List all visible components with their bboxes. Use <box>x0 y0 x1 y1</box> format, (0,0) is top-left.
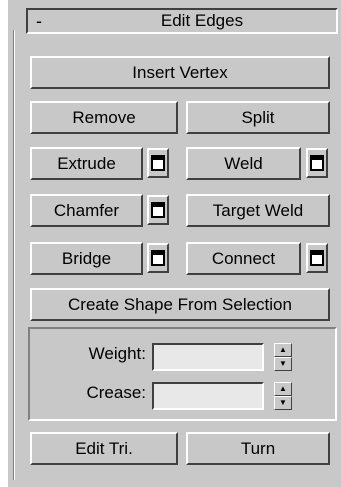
rollout-header-edit-edges[interactable]: - Edit Edges <box>26 8 338 34</box>
bridge-settings-button[interactable] <box>147 243 169 273</box>
connect-settings-button[interactable] <box>306 243 328 273</box>
window-settings-icon <box>151 250 165 266</box>
spinner-up-icon[interactable]: ▲ <box>274 382 292 396</box>
bridge-button[interactable]: Bridge <box>30 242 143 275</box>
spinner-down-icon[interactable]: ▼ <box>274 396 292 410</box>
edit-edges-panel: - Edit Edges Insert Vertex Remove Split … <box>8 0 341 487</box>
crease-label: Crease: <box>86 383 146 402</box>
weld-button[interactable]: Weld <box>186 147 301 180</box>
remove-button[interactable]: Remove <box>30 101 178 134</box>
weld-settings-button[interactable] <box>306 148 328 178</box>
connect-button[interactable]: Connect <box>186 242 301 275</box>
extrude-button[interactable]: Extrude <box>30 147 143 180</box>
spinner-up-icon[interactable]: ▲ <box>274 343 292 357</box>
split-button[interactable]: Split <box>186 101 330 134</box>
chamfer-settings-button[interactable] <box>147 195 169 225</box>
target-weld-button[interactable]: Target Weld <box>186 194 330 227</box>
chamfer-button[interactable]: Chamfer <box>30 194 143 227</box>
rollout-frame-line <box>13 30 15 480</box>
edit-tri-button[interactable]: Edit Tri. <box>30 432 178 465</box>
spinner-down-icon[interactable]: ▼ <box>274 357 292 371</box>
insert-vertex-button[interactable]: Insert Vertex <box>30 56 330 89</box>
extrude-settings-button[interactable] <box>147 148 169 178</box>
crease-field[interactable] <box>152 382 264 410</box>
weight-crease-group: Weight: ▲ ▼ Crease: ▲ ▼ <box>28 327 337 421</box>
window-settings-icon <box>151 202 165 218</box>
rollout-title: Edit Edges <box>160 11 244 30</box>
turn-button[interactable]: Turn <box>186 432 330 465</box>
crease-spinner[interactable]: ▲ ▼ <box>274 382 292 410</box>
weight-field[interactable] <box>152 343 264 371</box>
window-settings-icon <box>151 155 165 171</box>
create-shape-from-selection-button[interactable]: Create Shape From Selection <box>30 288 330 321</box>
weight-spinner[interactable]: ▲ ▼ <box>274 343 292 371</box>
window-settings-icon <box>310 155 324 171</box>
weight-label: Weight: <box>88 344 146 363</box>
window-settings-icon <box>310 250 324 266</box>
